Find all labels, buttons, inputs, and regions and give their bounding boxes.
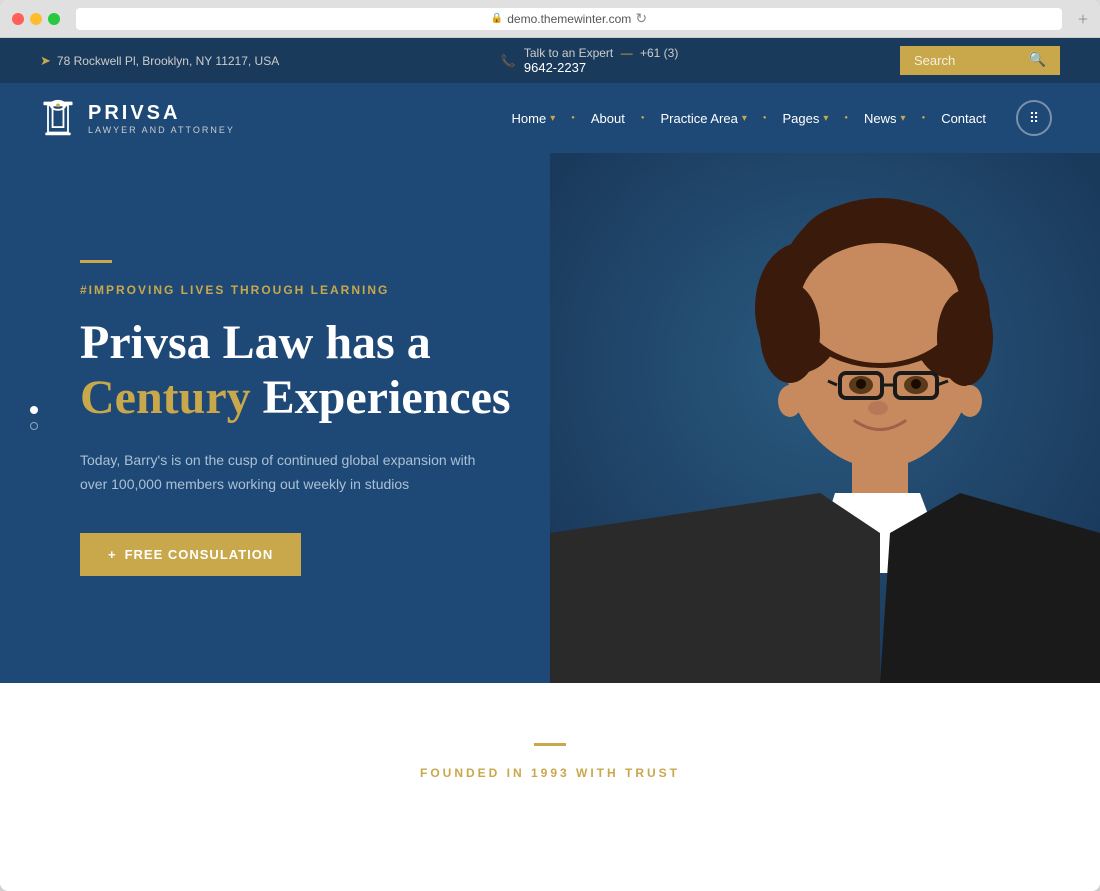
pages-dropdown-icon: ▾ [823, 113, 828, 124]
talk-label: Talk to an Expert — +61 (3) [524, 46, 678, 60]
lock-icon: 🔒 [491, 13, 503, 24]
reload-button[interactable]: ↻ [635, 10, 647, 27]
traffic-lights [12, 13, 60, 25]
home-dropdown-icon: ▾ [550, 113, 555, 124]
minimize-button[interactable] [30, 13, 42, 25]
slide-indicators [30, 406, 38, 430]
nav-separator-1: ● [571, 115, 575, 121]
slide-dot-1[interactable] [30, 406, 38, 414]
browser-chrome: 🔒 demo.themewinter.com ↻ + [0, 0, 1100, 38]
hero-description: Today, Barry's is on the cusp of continu… [80, 449, 500, 497]
news-dropdown-icon: ▾ [901, 113, 906, 124]
site-content: ➤ 78 Rockwell Pl, Brooklyn, NY 11217, US… [0, 38, 1100, 840]
close-button[interactable] [12, 13, 24, 25]
nav-item-practice[interactable]: Practice Area ▾ [647, 83, 761, 153]
url-text: demo.themewinter.com [507, 12, 631, 26]
logo[interactable]: PRIVSA LAWYER AND ATTORNEY [40, 98, 235, 138]
practice-dropdown-icon: ▾ [742, 113, 747, 124]
cta-plus-icon: + [108, 547, 117, 562]
logo-text: PRIVSA LAWYER AND ATTORNEY [88, 102, 235, 135]
location-icon: ➤ [40, 53, 51, 69]
phone-icon: 📞 [501, 54, 516, 68]
brand-tagline: LAWYER AND ATTORNEY [88, 125, 235, 135]
person-svg [550, 153, 1100, 683]
address-section: ➤ 78 Rockwell Pl, Brooklyn, NY 11217, US… [40, 53, 279, 69]
address-bar[interactable]: 🔒 demo.themewinter.com ↻ [76, 8, 1062, 30]
hero-section: #IMPROVING LIVES THROUGH LEARNING Privsa… [0, 153, 1100, 683]
nav-separator-5: ● [922, 115, 926, 121]
hero-title-line1: Privsa Law has a [80, 316, 431, 369]
brand-name: PRIVSA [88, 102, 235, 125]
hero-title-experiences: Experiences [263, 371, 511, 424]
below-tagline: FOUNDED IN 1993 WITH TRUST [40, 766, 1060, 780]
new-tab-button[interactable]: + [1078, 10, 1088, 28]
phone-number: 9642-2237 [524, 60, 678, 75]
nav-item-contact[interactable]: Contact [927, 83, 1000, 153]
search-section: 🔍 [900, 46, 1060, 75]
search-box[interactable]: 🔍 [900, 46, 1060, 75]
search-input[interactable] [914, 53, 1021, 68]
address-text: 78 Rockwell Pl, Brooklyn, NY 11217, USA [57, 54, 279, 68]
nav-item-news[interactable]: News ▾ [850, 83, 920, 153]
below-hero-section: FOUNDED IN 1993 WITH TRUST [0, 683, 1100, 840]
nav-separator-4: ● [844, 115, 848, 121]
browser-window: 🔒 demo.themewinter.com ↻ + ➤ 78 Rockwell… [0, 0, 1100, 891]
nav-separator-2: ● [641, 115, 645, 121]
hero-divider [80, 260, 112, 263]
apps-menu-button[interactable]: ⠿ [1016, 100, 1052, 136]
hero-title-gold: Century [80, 371, 251, 424]
cta-label: FREE CONSULATION [125, 547, 274, 562]
hero-title: Privsa Law has a Century Experiences [80, 315, 511, 425]
phone-section: 📞 Talk to an Expert — +61 (3) 9642-2237 [501, 46, 678, 75]
hero-content: #IMPROVING LIVES THROUGH LEARNING Privsa… [0, 200, 591, 636]
nav-item-home[interactable]: Home ▾ [498, 83, 570, 153]
slide-dot-2[interactable] [30, 422, 38, 430]
nav-list: Home ▾ ● About ● Practice Area ▾ ● Pages [498, 83, 1060, 153]
person-figure [550, 153, 1100, 683]
below-divider [534, 743, 566, 746]
cta-button[interactable]: + FREE CONSULATION [80, 533, 301, 576]
nav-item-about[interactable]: About [577, 83, 639, 153]
main-nav: Home ▾ ● About ● Practice Area ▾ ● Pages [498, 83, 1060, 153]
logo-icon [40, 98, 76, 138]
grid-icon: ⠿ [1029, 110, 1039, 127]
phone-info: Talk to an Expert — +61 (3) 9642-2237 [524, 46, 678, 75]
maximize-button[interactable] [48, 13, 60, 25]
phone-dash: — [621, 46, 633, 60]
hero-tagline: #IMPROVING LIVES THROUGH LEARNING [80, 283, 511, 297]
hero-image [550, 153, 1100, 683]
nav-item-pages[interactable]: Pages ▾ [768, 83, 842, 153]
nav-separator-3: ● [763, 115, 767, 121]
header: PRIVSA LAWYER AND ATTORNEY Home ▾ ● Abou… [0, 83, 1100, 153]
top-bar: ➤ 78 Rockwell Pl, Brooklyn, NY 11217, US… [0, 38, 1100, 83]
search-icon[interactable]: 🔍 [1029, 52, 1046, 69]
